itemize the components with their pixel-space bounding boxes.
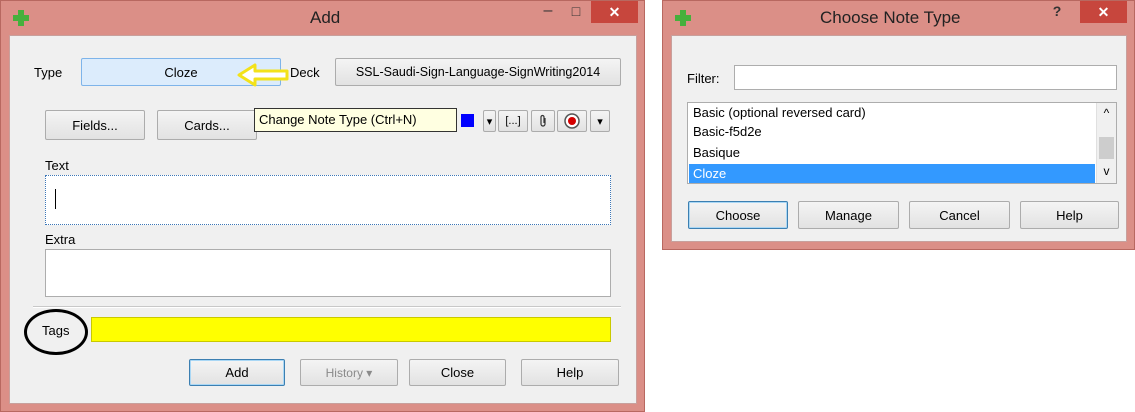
minimize-button[interactable]: – (536, 1, 560, 23)
add-window: Add – □ ✕ Type Cloze Deck SSL-Saudi-Sign… (0, 0, 645, 412)
cloze-button[interactable]: [...] (498, 110, 528, 132)
choose-window-title: Choose Note Type (820, 8, 961, 27)
choose-note-type-window: Choose Note Type ? ✕ Filter: Basic (opti… (662, 0, 1135, 250)
fields-button[interactable]: Fields... (45, 110, 145, 140)
filter-label: Filter: (687, 71, 720, 86)
extra-field[interactable] (45, 249, 611, 297)
scrollbar[interactable]: ^ v (1096, 103, 1116, 183)
list-item-selected[interactable]: Cloze (689, 164, 1095, 183)
tags-label: Tags (42, 323, 70, 338)
record-audio-icon[interactable] (557, 110, 587, 132)
help-button[interactable]: Help (1020, 201, 1119, 229)
scroll-thumb[interactable] (1099, 137, 1114, 159)
add-button[interactable]: Add (189, 359, 285, 386)
yellow-arrow-icon (237, 63, 289, 87)
attach-icon[interactable] (531, 110, 555, 132)
context-help-button[interactable]: ? (1045, 1, 1069, 23)
text-field-label: Text (45, 158, 69, 173)
list-item[interactable]: Basique (689, 144, 1096, 162)
close-window-button[interactable]: ✕ (1080, 1, 1127, 23)
cards-button[interactable]: Cards... (157, 110, 257, 140)
add-window-title: Add (310, 8, 341, 27)
type-label: Type (34, 65, 63, 80)
note-type-list[interactable]: Basic (optional reversed card) Basic-f5d… (687, 102, 1117, 184)
anki-plus-icon (13, 10, 29, 26)
color-dropdown-button[interactable]: ▾ (483, 110, 496, 132)
deck-button[interactable]: SSL-Saudi-Sign-Language-SignWriting2014 (335, 58, 621, 86)
choose-titlebar[interactable]: Choose Note Type ? ✕ (663, 1, 1134, 35)
extra-field-label: Extra (45, 232, 76, 247)
maximize-button[interactable]: □ (564, 1, 588, 23)
text-color-swatch-icon[interactable] (461, 114, 474, 127)
scroll-up-arrow[interactable]: ^ (1097, 106, 1116, 120)
cancel-button[interactable]: Cancel (909, 201, 1010, 229)
anki-plus-icon (675, 10, 691, 26)
list-item[interactable]: Basic (optional reversed card) (689, 104, 1096, 122)
change-note-type-tooltip: Change Note Type (Ctrl+N) (254, 108, 457, 132)
list-item[interactable]: Basic-f5d2e (689, 123, 1096, 141)
choose-button[interactable]: Choose (688, 201, 788, 229)
deck-label: Deck (290, 65, 320, 80)
manage-button[interactable]: Manage (798, 201, 899, 229)
help-button[interactable]: Help (521, 359, 619, 386)
scroll-down-arrow[interactable]: v (1097, 164, 1116, 178)
filter-input[interactable] (734, 65, 1117, 90)
more-dropdown-button[interactable]: ▾ (590, 110, 610, 132)
tags-input[interactable] (91, 317, 611, 342)
text-field[interactable] (45, 175, 611, 225)
add-titlebar[interactable]: Add – □ ✕ (1, 1, 644, 35)
text-cursor (55, 189, 56, 209)
close-window-button[interactable]: ✕ (591, 1, 638, 23)
separator (33, 306, 621, 308)
close-button[interactable]: Close (409, 359, 506, 386)
history-button[interactable]: History ▾ (300, 359, 398, 386)
